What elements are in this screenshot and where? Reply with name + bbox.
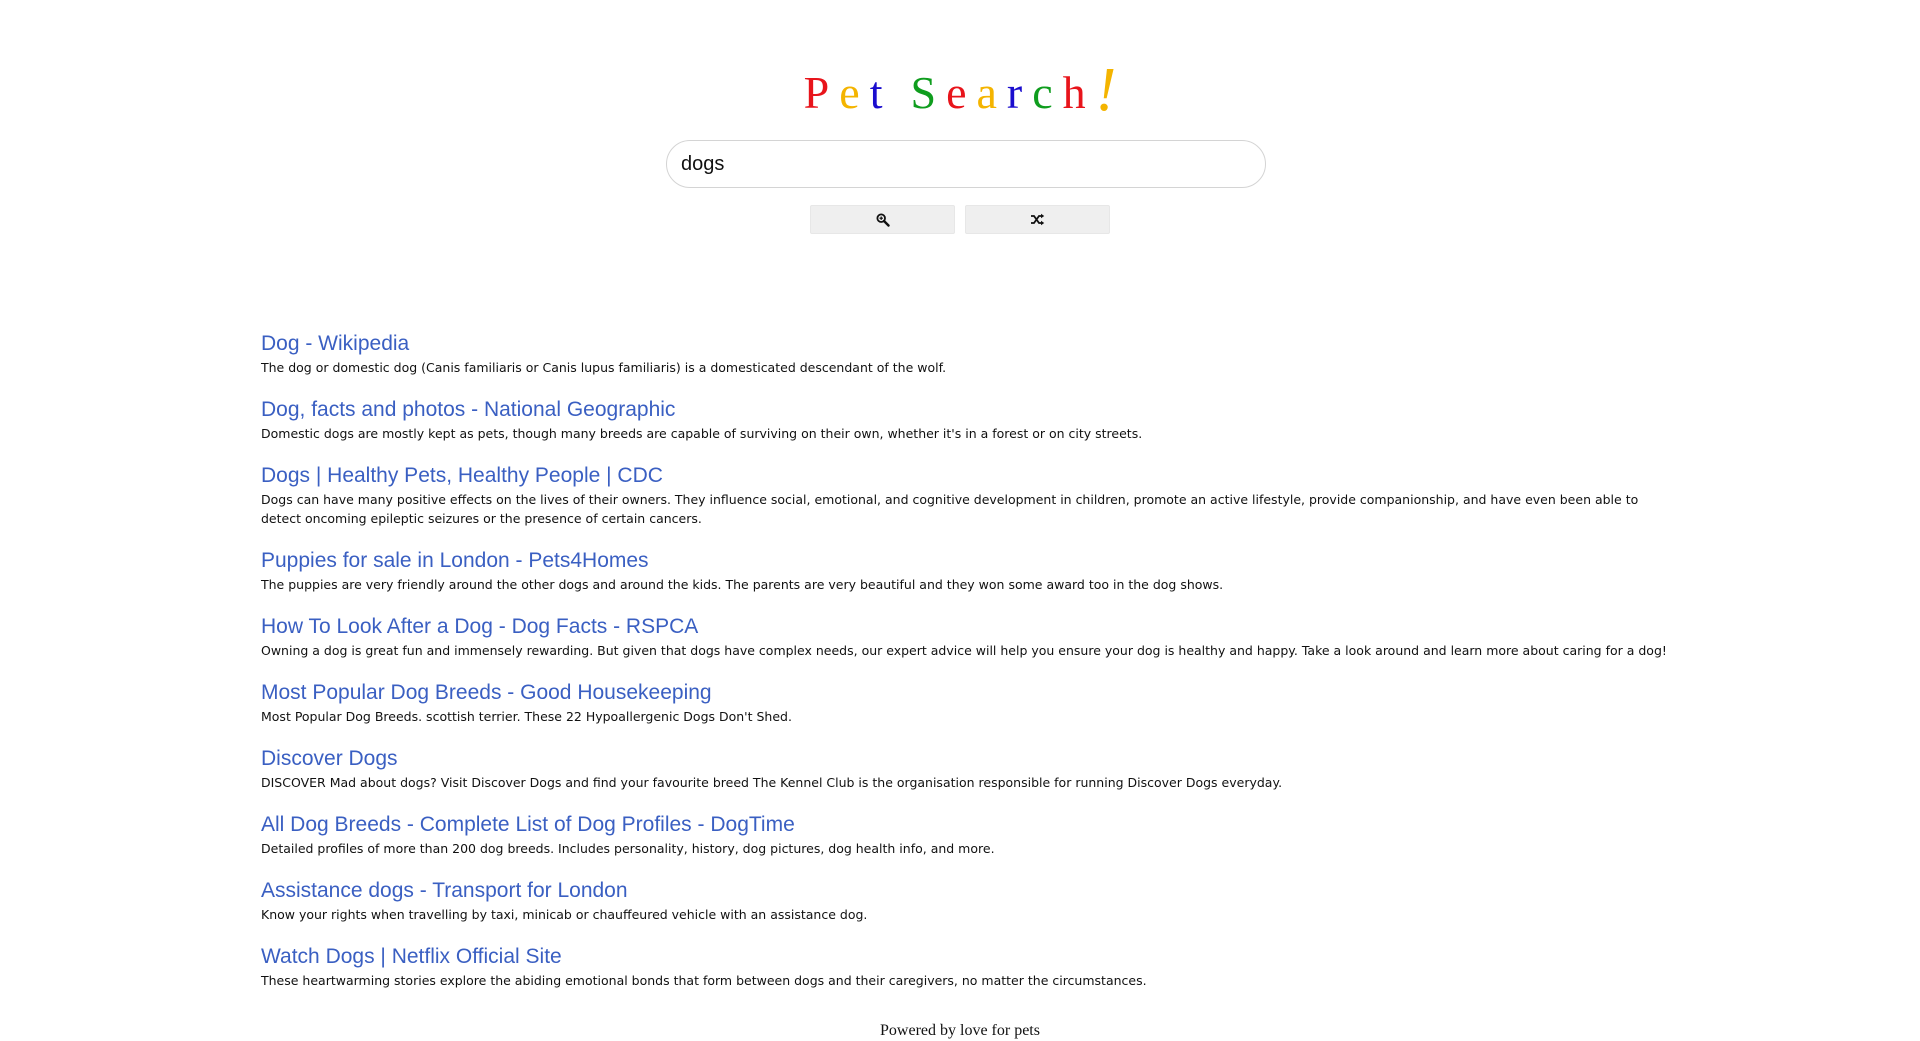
logo-letter: h: [1062, 67, 1096, 118]
logo-letter: e: [839, 67, 870, 118]
result-title-link[interactable]: Dog - Wikipedia: [261, 330, 1681, 358]
logo-exclamation: !: [1095, 56, 1117, 124]
result-title-link[interactable]: Watch Dogs | Netflix Official Site: [261, 943, 1681, 971]
site-logo: Pet Search!: [0, 56, 1920, 124]
result-description: The dog or domestic dog (Canis familiari…: [261, 360, 947, 375]
search-result: Dogs | Healthy Pets, Healthy People | CD…: [261, 462, 1681, 547]
result-title-link[interactable]: Discover Dogs: [261, 745, 1681, 773]
result-description: DISCOVER Mad about dogs? Visit Discover …: [261, 775, 1283, 790]
search-button[interactable]: [810, 205, 955, 234]
result-description: Owning a dog is great fun and immensely …: [261, 643, 1667, 658]
logo-letter: P: [803, 67, 840, 118]
search-box[interactable]: [666, 140, 1266, 188]
result-description: The puppies are very friendly around the…: [261, 577, 1224, 592]
search-result: Most Popular Dog Breeds - Good Housekeep…: [261, 679, 1681, 745]
result-description: These heartwarming stories explore the a…: [261, 973, 1147, 988]
random-button[interactable]: [965, 205, 1110, 234]
search-result: Watch Dogs | Netflix Official Site These…: [261, 943, 1681, 1009]
search-results-list: Dog - Wikipedia The dog or domestic dog …: [261, 330, 1681, 1009]
result-title-link[interactable]: Dogs | Healthy Pets, Healthy People | CD…: [261, 462, 1681, 490]
result-title-link[interactable]: Most Popular Dog Breeds - Good Housekeep…: [261, 679, 1681, 707]
magnifier-icon: [875, 212, 890, 227]
result-description: Dogs can have many positive effects on t…: [261, 492, 1639, 526]
logo-letter: a: [976, 67, 1007, 118]
search-result: Dog - Wikipedia The dog or domestic dog …: [261, 330, 1681, 396]
search-result: All Dog Breeds - Complete List of Dog Pr…: [261, 811, 1681, 877]
result-title-link[interactable]: Dog, facts and photos - National Geograp…: [261, 396, 1681, 424]
logo-letter: t: [869, 67, 893, 118]
shuffle-icon: [1031, 213, 1045, 226]
logo-letter: e: [946, 67, 977, 118]
result-description: Most Popular Dog Breeds. scottish terrie…: [261, 709, 792, 724]
search-result: Dog, facts and photos - National Geograp…: [261, 396, 1681, 462]
logo-letter: S: [910, 67, 947, 118]
result-description: Domestic dogs are mostly kept as pets, t…: [261, 426, 1143, 441]
search-result: How To Look After a Dog - Dog Facts - RS…: [261, 613, 1681, 679]
result-title-link[interactable]: How To Look After a Dog - Dog Facts - RS…: [261, 613, 1681, 641]
search-input[interactable]: [679, 151, 1253, 177]
logo-letter: c: [1032, 67, 1063, 118]
result-title-link[interactable]: All Dog Breeds - Complete List of Dog Pr…: [261, 811, 1681, 839]
search-button-row: [0, 205, 1920, 234]
result-description: Detailed profiles of more than 200 dog b…: [261, 841, 995, 856]
result-title-link[interactable]: Puppies for sale in London - Pets4Homes: [261, 547, 1681, 575]
search-result: Puppies for sale in London - Pets4Homes …: [261, 547, 1681, 613]
logo-letter: r: [1006, 67, 1033, 118]
footer-text: Powered by love for pets: [880, 1022, 1040, 1039]
search-result: Assistance dogs - Transport for London K…: [261, 877, 1681, 943]
result-description: Know your rights when travelling by taxi…: [261, 907, 868, 922]
search-result: Discover Dogs DISCOVER Mad about dogs? V…: [261, 745, 1681, 811]
result-title-link[interactable]: Assistance dogs - Transport for London: [261, 877, 1681, 905]
